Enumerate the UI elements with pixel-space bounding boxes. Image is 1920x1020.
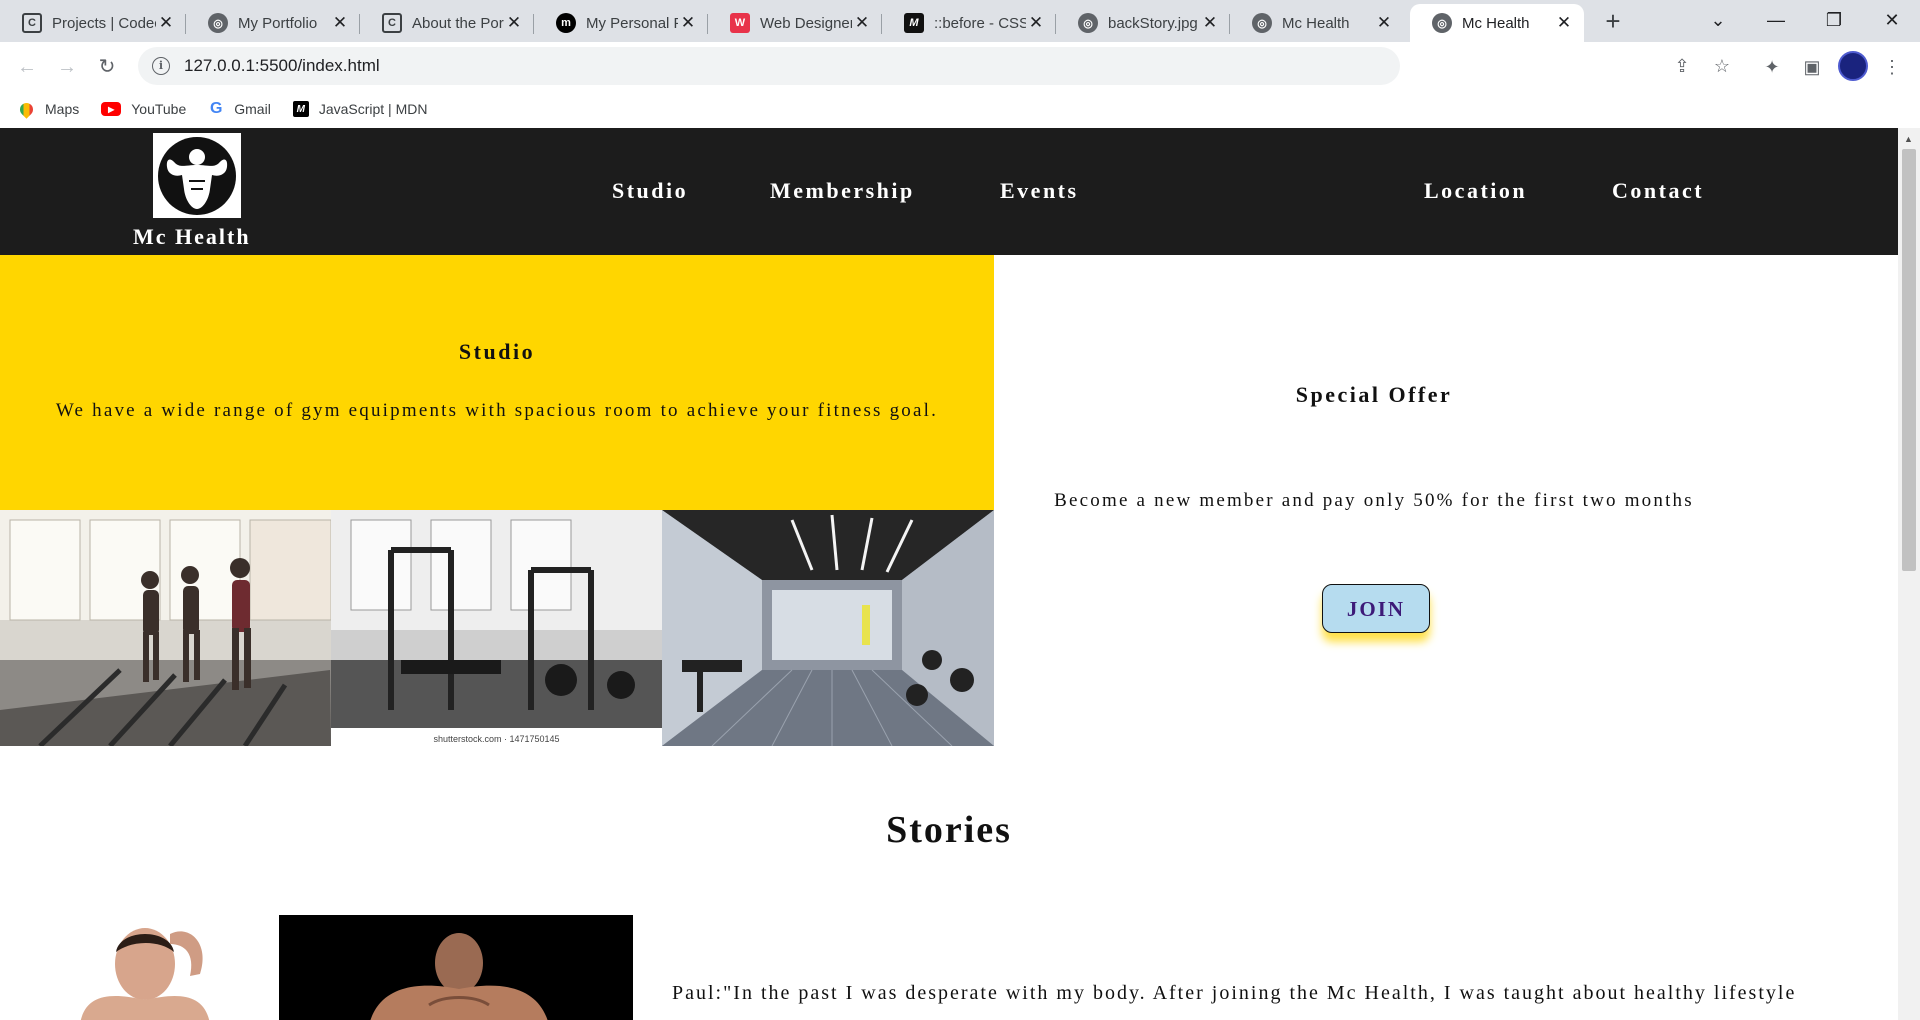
google-icon: G bbox=[210, 100, 223, 117]
page-viewport: Mc Health Studio Membership Events Locat… bbox=[0, 128, 1898, 1020]
bookmark-label: JavaScript | MDN bbox=[318, 101, 428, 117]
close-icon[interactable]: ✕ bbox=[1200, 13, 1220, 33]
browser-tab[interactable]: W Web Designer ✕ bbox=[708, 4, 882, 42]
studio-title: Studio bbox=[458, 339, 536, 364]
bookmark-mdn[interactable]: M JavaScript | MDN bbox=[292, 101, 428, 117]
browser-tab[interactable]: C About the Portfolio ✕ bbox=[360, 4, 534, 42]
browser-tabstrip: C Projects | Codecademy ✕ ◎ My Portfolio… bbox=[0, 0, 1920, 42]
close-icon[interactable]: ✕ bbox=[678, 13, 698, 33]
bookmark-label: YouTube bbox=[131, 101, 187, 117]
extensions-puzzle-icon[interactable]: ✦ bbox=[1758, 53, 1786, 81]
close-icon[interactable]: ✕ bbox=[1554, 13, 1574, 33]
forward-arrow-icon[interactable]: → bbox=[54, 54, 80, 80]
story-photo-before bbox=[40, 914, 260, 1020]
youtube-icon: ▶ bbox=[101, 102, 122, 116]
close-icon[interactable]: ✕ bbox=[504, 13, 524, 33]
offer-title: Special Offer bbox=[1295, 382, 1453, 407]
browser-tab[interactable]: ◎ backStory.jpg ✕ bbox=[1056, 4, 1230, 42]
tab-title: Projects | Codecademy bbox=[52, 14, 156, 32]
brand-name[interactable]: Mc Health bbox=[133, 224, 251, 250]
tab-title: My Portfolio bbox=[238, 14, 318, 32]
close-icon[interactable]: ✕ bbox=[156, 13, 176, 33]
site-info-icon[interactable]: i bbox=[152, 57, 170, 75]
browser-tab[interactable]: C Projects | Codecademy ✕ bbox=[0, 4, 186, 42]
gallery-image-gym-hall bbox=[662, 510, 994, 746]
tab-title: ::before - CSS bbox=[934, 14, 1026, 32]
gallery-image-weight-machines: shutterstock.com · 1471750145 bbox=[331, 510, 662, 746]
tab-title: About the Portfolio bbox=[412, 14, 504, 32]
bookmark-gmail[interactable]: G Gmail bbox=[208, 100, 271, 117]
gallery-image-treadmills bbox=[0, 510, 331, 746]
tab-title: Mc Health bbox=[1462, 14, 1530, 32]
close-icon[interactable]: ✕ bbox=[330, 13, 350, 33]
side-panel-icon[interactable]: ▣ bbox=[1798, 53, 1826, 81]
reload-icon[interactable]: ↻ bbox=[94, 54, 120, 80]
globe-icon: ◎ bbox=[1432, 13, 1452, 33]
scroll-up-arrow-icon[interactable]: ▲ bbox=[1904, 134, 1913, 144]
nav-membership[interactable]: Membership bbox=[770, 178, 915, 204]
studio-section: Studio We have a wide range of gym equip… bbox=[0, 255, 994, 510]
offer-text: Become a new member and pay only 50% for… bbox=[1054, 490, 1694, 511]
browser-tab[interactable]: ◎ Mc Health ✕ bbox=[1230, 4, 1404, 42]
personal-site-icon: m bbox=[556, 13, 576, 33]
close-icon[interactable]: ✕ bbox=[1374, 13, 1394, 33]
join-button[interactable]: JOIN bbox=[1322, 584, 1430, 633]
close-icon[interactable]: ✕ bbox=[852, 13, 872, 33]
mdn-icon: M bbox=[292, 101, 309, 117]
site-logo[interactable] bbox=[153, 133, 241, 218]
close-icon[interactable]: ✕ bbox=[1026, 13, 1046, 33]
image-watermark: shutterstock.com · 1471750145 bbox=[433, 734, 560, 744]
codecademy-icon: C bbox=[382, 13, 402, 33]
nav-events[interactable]: Events bbox=[1000, 178, 1079, 204]
scrollbar-thumb[interactable] bbox=[1902, 149, 1916, 571]
tab-title: My Personal Portfolio bbox=[586, 14, 678, 32]
tab-title: Mc Health bbox=[1282, 14, 1350, 32]
address-bar[interactable]: i 127.0.0.1:5500/index.html ⇪ ☆ bbox=[138, 47, 1730, 85]
tab-search-chevron-icon[interactable]: ⌄ bbox=[1690, 0, 1746, 40]
tab-title: Web Designer bbox=[760, 14, 852, 32]
profile-avatar[interactable] bbox=[1838, 51, 1868, 81]
story-quote: Paul:"In the past I was desperate with m… bbox=[672, 982, 1797, 1004]
browser-tab[interactable]: M ::before - CSS ✕ bbox=[882, 4, 1056, 42]
back-arrow-icon[interactable]: ← bbox=[14, 54, 40, 80]
browser-tab[interactable]: m My Personal Portfolio ✕ bbox=[534, 4, 708, 42]
site-header: Mc Health Studio Membership Events Locat… bbox=[0, 128, 1898, 255]
bookmark-youtube[interactable]: ▶ YouTube bbox=[101, 101, 186, 117]
mdn-icon: M bbox=[904, 13, 924, 33]
new-tab-plus-icon[interactable]: + bbox=[1598, 6, 1628, 36]
globe-icon: ◎ bbox=[1078, 13, 1098, 33]
menu-kebab-icon[interactable]: ⋮ bbox=[1878, 53, 1906, 81]
story-photo-after bbox=[279, 915, 633, 1020]
restore-icon[interactable]: ❐ bbox=[1806, 0, 1862, 40]
address-url[interactable]: 127.0.0.1:5500/index.html bbox=[184, 56, 380, 76]
browser-toolbar: ← → ↻ i 127.0.0.1:5500/index.html ⇪ ☆ ✦ … bbox=[0, 42, 1920, 90]
tab-title: backStory.jpg bbox=[1108, 14, 1198, 32]
bookmark-maps[interactable]: Maps bbox=[17, 99, 80, 119]
globe-icon: ◎ bbox=[1252, 13, 1272, 33]
minimize-icon[interactable]: — bbox=[1748, 0, 1804, 40]
nav-contact[interactable]: Contact bbox=[1612, 178, 1704, 204]
browser-tab[interactable]: ◎ My Portfolio ✕ bbox=[186, 4, 360, 42]
bookmark-label: Gmail bbox=[234, 101, 271, 117]
nav-studio[interactable]: Studio bbox=[612, 178, 688, 204]
globe-icon: ◎ bbox=[208, 13, 228, 33]
codecademy-icon: C bbox=[22, 13, 42, 33]
nav-location[interactable]: Location bbox=[1424, 178, 1527, 204]
maps-icon bbox=[17, 99, 36, 119]
w-icon: W bbox=[730, 13, 750, 33]
share-icon[interactable]: ⇪ bbox=[1668, 47, 1696, 85]
browser-tab-active[interactable]: ◎ Mc Health ✕ bbox=[1410, 4, 1584, 42]
bookmarks-bar: Maps ▶ YouTube G Gmail M JavaScript | MD… bbox=[0, 90, 1920, 128]
page-scrollbar[interactable]: ▲ bbox=[1898, 128, 1920, 1020]
bookmark-label: Maps bbox=[45, 101, 80, 117]
bookmark-star-icon[interactable]: ☆ bbox=[1708, 47, 1736, 85]
window-close-icon[interactable]: ✕ bbox=[1864, 0, 1920, 40]
bodybuilder-logo-icon bbox=[158, 136, 236, 215]
studio-description: We have a wide range of gym equipments w… bbox=[55, 400, 939, 421]
stories-title: Stories bbox=[886, 809, 1012, 851]
